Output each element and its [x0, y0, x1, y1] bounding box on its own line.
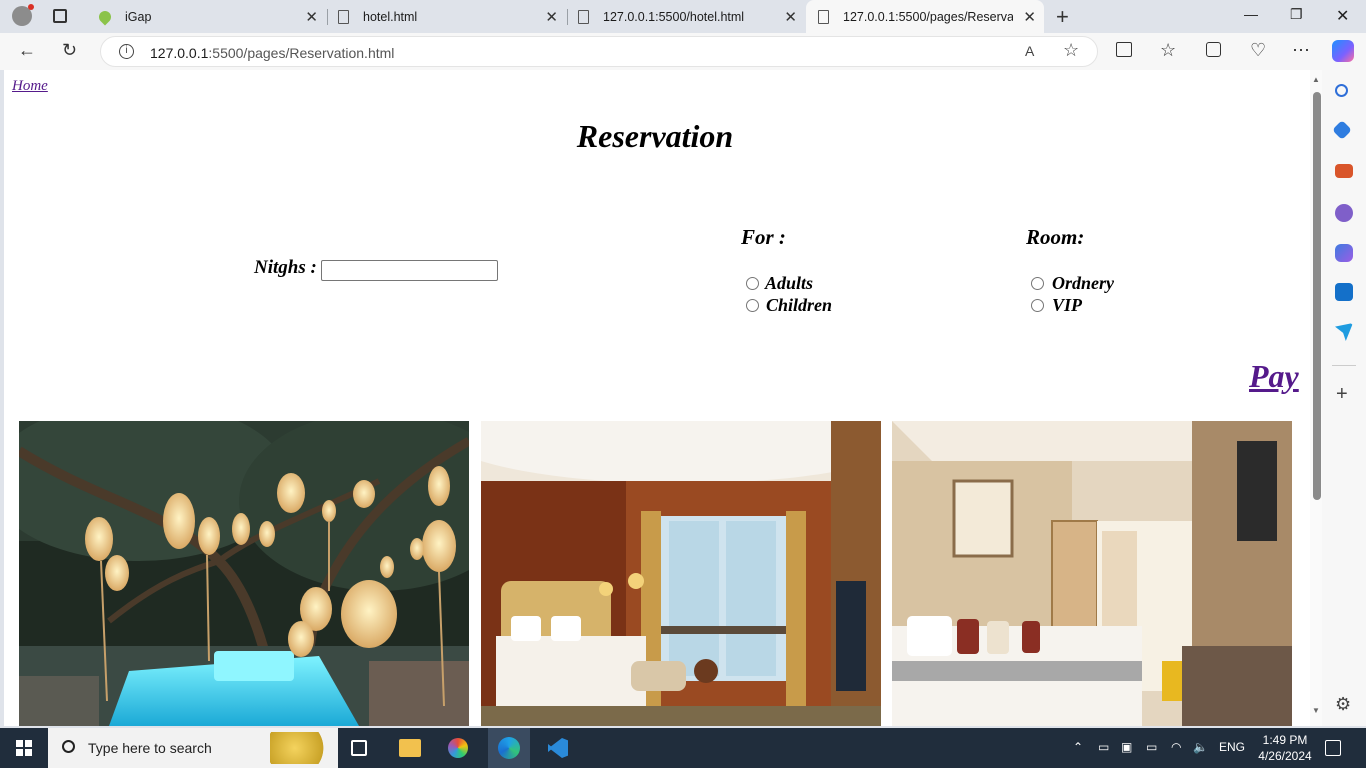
show-hidden-icons[interactable]: ⌃ [1073, 740, 1083, 754]
collections-icon[interactable] [1206, 42, 1221, 57]
address-url: 127.0.0.1:5500/pages/Reservation.html [150, 45, 395, 61]
scroll-up-icon[interactable]: ▲ [1312, 75, 1320, 84]
file-icon [338, 9, 349, 24]
hotel-room-balcony-photo [481, 421, 881, 726]
back-arrow-icon[interactable]: ← [18, 40, 36, 61]
search-icon[interactable] [1335, 84, 1348, 97]
tools-icon[interactable] [1335, 164, 1353, 178]
tab-title: hotel.html [363, 9, 418, 24]
browser-tab-bar: iGap ✕ hotel.html ✕ 127.0.0.1:5500/hotel… [0, 0, 1366, 33]
home-link[interactable]: Home [12, 78, 48, 95]
lanterns-pool-photo [19, 421, 469, 726]
wifi-icon[interactable]: ◠ [1171, 740, 1181, 754]
meet-now-icon[interactable]: ▭ [1098, 740, 1109, 754]
task-view-icon[interactable] [351, 740, 367, 756]
modern-hotel-room-photo [892, 421, 1292, 726]
tab-reservation[interactable]: 127.0.0.1:5500/pages/Reservation.html ✕ [806, 0, 1044, 33]
ordnery-radio[interactable] [1031, 277, 1044, 290]
tab-separator [567, 9, 568, 25]
close-tab-icon[interactable]: ✕ [305, 8, 318, 26]
close-tab-icon[interactable]: ✕ [1023, 8, 1036, 26]
children-radio[interactable] [746, 299, 759, 312]
send-icon[interactable] [1335, 323, 1353, 341]
taskbar-search-placeholder: Type here to search [88, 740, 212, 756]
split-screen-icon[interactable] [1116, 42, 1132, 57]
new-tab-button[interactable]: + [1056, 4, 1069, 30]
paint-icon[interactable] [448, 738, 468, 758]
room-label: Room: [1026, 225, 1085, 249]
start-windows-icon[interactable] [16, 740, 32, 756]
shopping-tag-icon[interactable] [1332, 120, 1352, 140]
tab-hotel-file[interactable]: hotel.html ✕ [329, 0, 566, 33]
file-icon [818, 9, 829, 24]
outlook-icon[interactable] [1335, 283, 1353, 301]
taskbar-clock[interactable]: 1:49 PM 4/26/2024 [1255, 732, 1315, 764]
refresh-icon[interactable]: ↻ [62, 40, 77, 61]
search-highlight-icon [270, 732, 332, 764]
tab-separator [327, 9, 328, 25]
search-icon [62, 740, 75, 753]
volume-icon[interactable]: 🔈 [1193, 740, 1208, 754]
games-icon[interactable] [1335, 204, 1353, 222]
sidebar-divider [1332, 365, 1356, 366]
notifications-icon[interactable] [1325, 740, 1341, 756]
address-bar[interactable]: i 127.0.0.1:5500/pages/Reservation.html … [100, 36, 1098, 67]
minimize-icon[interactable]: — [1244, 6, 1258, 22]
edge-taskbar-icon[interactable] [488, 728, 530, 768]
browser-toolbar: ← ↻ i 127.0.0.1:5500/pages/Reservation.h… [0, 33, 1366, 70]
for-label: For : [741, 225, 786, 249]
close-window-icon[interactable]: ✕ [1336, 6, 1349, 26]
sidebar-settings-icon[interactable]: ⚙ [1335, 694, 1351, 715]
page-scrollbar[interactable]: ▲ ▼ [1310, 70, 1322, 726]
file-icon [578, 9, 589, 24]
vip-label: VIP [1052, 295, 1083, 315]
ordnery-label: Ordnery [1052, 273, 1114, 293]
scroll-down-icon[interactable]: ▼ [1312, 706, 1320, 715]
page-viewport: Home Reservation Nitghs : For : Adults C… [4, 70, 1322, 726]
clock-date: 4/26/2024 [1258, 749, 1312, 763]
vscode-icon[interactable] [548, 738, 568, 758]
adults-radio[interactable] [746, 277, 759, 290]
favorite-star-icon[interactable]: ☆ [1063, 40, 1079, 61]
close-tab-icon[interactable]: ✕ [545, 8, 558, 26]
adults-label: Adults [765, 273, 814, 293]
battery-icon[interactable]: ▭ [1146, 740, 1157, 754]
tab-title: 127.0.0.1:5500/hotel.html [603, 9, 745, 24]
add-sidebar-app-icon[interactable]: + [1336, 383, 1348, 406]
profile-notification-dot [28, 4, 34, 10]
windows-taskbar: Type here to search ⌃ ▭ ▣ ▭ ◠ 🔈 ENG 1:49… [0, 728, 1366, 768]
browser-essentials-icon[interactable]: ♡ [1250, 40, 1266, 61]
tab-title: 127.0.0.1:5500/pages/Reservation.html [843, 9, 1013, 24]
edge-sidebar: + ⚙ [1322, 70, 1366, 726]
clock-time: 1:49 PM [1262, 733, 1308, 747]
igap-favicon-icon [96, 8, 114, 25]
file-explorer-icon[interactable] [399, 739, 421, 757]
read-aloud-icon[interactable]: A [1025, 43, 1034, 59]
site-info-icon[interactable]: i [119, 44, 134, 59]
scrollbar-thumb[interactable] [1313, 92, 1321, 500]
tab-igap[interactable]: iGap ✕ [90, 0, 326, 33]
tab-actions-icon[interactable] [53, 9, 67, 23]
language-indicator[interactable]: ENG [1219, 740, 1245, 754]
nights-label: Nitghs : [254, 257, 317, 278]
more-menu-icon[interactable]: ⋯ [1292, 40, 1310, 61]
favorites-icon[interactable]: ☆ [1160, 40, 1176, 61]
tab-title: iGap [125, 9, 152, 24]
restore-icon[interactable]: ❐ [1290, 6, 1303, 23]
copilot-icon[interactable] [1332, 40, 1354, 62]
nights-input[interactable] [321, 260, 498, 281]
pay-link[interactable]: Pay [1249, 358, 1299, 395]
close-tab-icon[interactable]: ✕ [784, 8, 797, 26]
security-icon[interactable]: ▣ [1121, 740, 1132, 754]
page-title: Reservation [576, 118, 734, 154]
vip-radio[interactable] [1031, 299, 1044, 312]
children-label: Children [766, 295, 833, 315]
microsoft365-icon[interactable] [1335, 244, 1353, 262]
tab-hotel-server[interactable]: 127.0.0.1:5500/hotel.html ✕ [569, 0, 805, 33]
taskbar-search[interactable]: Type here to search [48, 728, 338, 768]
